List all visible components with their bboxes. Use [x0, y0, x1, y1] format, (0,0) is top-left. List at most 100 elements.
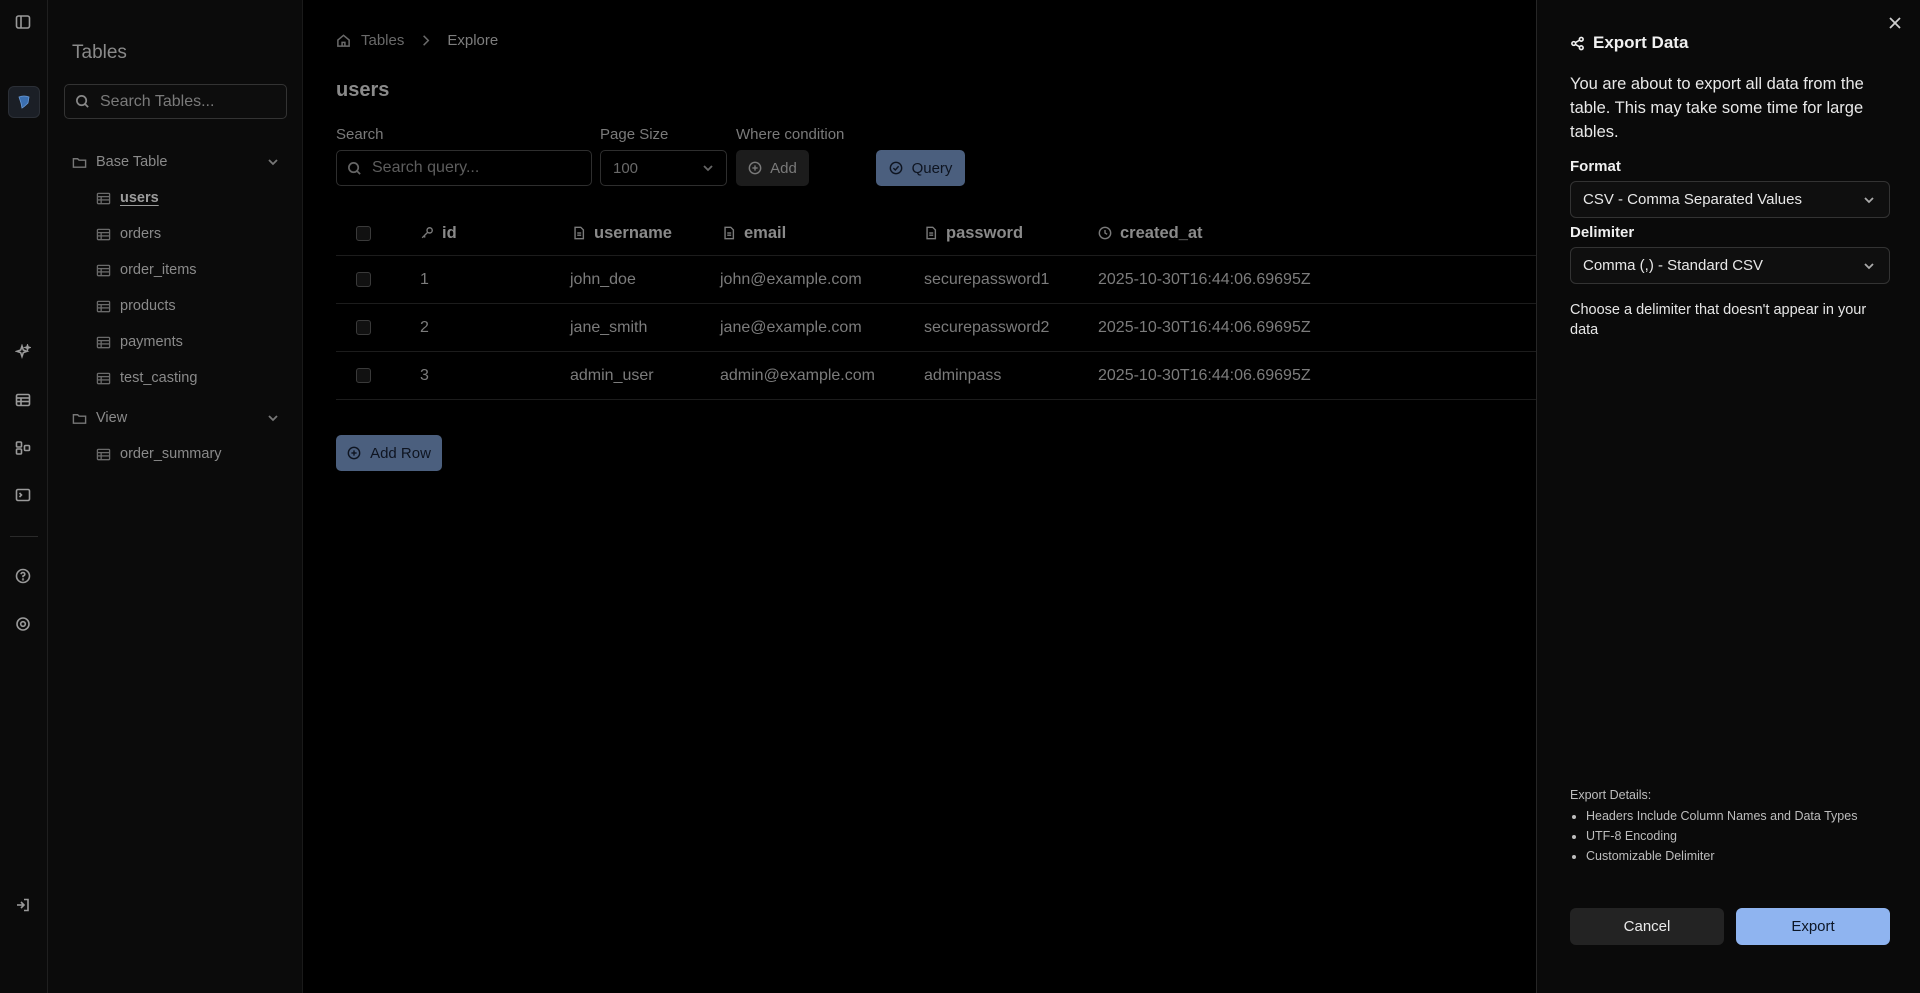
select-all-checkbox[interactable]	[356, 225, 371, 241]
format-label: Format	[1570, 158, 1621, 175]
text-file-icon	[724, 226, 735, 240]
panel-title: Export Data	[1570, 33, 1688, 53]
app-logo[interactable]	[8, 86, 40, 118]
group-view[interactable]: View	[72, 406, 287, 430]
close-icon	[1889, 17, 1901, 29]
breadcrumb: Tables Explore	[336, 32, 498, 49]
text-file-icon	[926, 226, 937, 240]
search-tables-input[interactable]	[100, 92, 280, 111]
sidebar-search[interactable]	[64, 84, 287, 119]
table-icon	[96, 300, 111, 312]
query-button[interactable]: Query	[876, 150, 965, 186]
cell-password[interactable]: securepassword1	[924, 256, 1049, 303]
table-icon[interactable]	[12, 389, 34, 411]
add-condition-button[interactable]: Add	[736, 150, 809, 186]
search-label: Search	[336, 126, 384, 143]
sidebar-item-test-casting[interactable]: test_casting	[96, 366, 197, 390]
sidebar-item-payments[interactable]: payments	[96, 330, 183, 354]
panel-description: You are about to export all data from th…	[1570, 75, 1864, 141]
ai-sparkle-icon[interactable]	[12, 341, 34, 363]
schema-icon[interactable]	[12, 437, 34, 459]
folder-icon	[72, 157, 87, 168]
group-label: View	[96, 410, 128, 426]
row-checkbox[interactable]	[356, 320, 371, 335]
search-icon	[76, 95, 89, 108]
sidebar-item-label: payments	[120, 334, 183, 350]
cell-username[interactable]: jane_smith	[570, 304, 647, 351]
group-label: Base Table	[96, 154, 168, 170]
cancel-button[interactable]: Cancel	[1570, 908, 1724, 945]
breadcrumb-current: Explore	[447, 32, 499, 49]
plus-circle-icon	[748, 161, 762, 175]
delimiter-label: Delimiter	[1570, 224, 1635, 241]
breadcrumb-tables[interactable]: Tables	[361, 32, 404, 49]
key-icon	[421, 227, 433, 239]
row-checkbox[interactable]	[356, 272, 371, 287]
chevron-down-icon	[1864, 196, 1874, 203]
sidebar-item-users[interactable]: users	[96, 186, 159, 210]
sidebar-item-orders[interactable]: orders	[96, 222, 161, 246]
table-icon	[96, 228, 111, 240]
search-query-input[interactable]	[372, 159, 572, 177]
cell-id[interactable]: 1	[420, 256, 429, 303]
terminal-icon[interactable]	[12, 484, 34, 506]
share-icon	[1571, 36, 1584, 50]
table-icon	[96, 264, 111, 276]
cell-created-at[interactable]: 2025-10-30T16:44:06.69695Z	[1098, 352, 1311, 399]
table-row[interactable]: 2 jane_smith jane@example.com securepass…	[336, 304, 1536, 352]
export-data-panel: Export Data You are about to export all …	[1536, 0, 1920, 993]
cell-id[interactable]: 3	[420, 352, 429, 399]
sidebar-item-order-summary[interactable]: order_summary	[96, 442, 222, 466]
home-icon[interactable]	[336, 33, 351, 48]
column-header-email[interactable]: email	[722, 211, 786, 255]
sidebar-title: Tables	[72, 42, 127, 63]
settings-icon[interactable]	[12, 613, 34, 635]
cell-email[interactable]: admin@example.com	[720, 352, 875, 399]
table-icon	[96, 372, 111, 384]
row-checkbox[interactable]	[356, 368, 371, 383]
cell-created-at[interactable]: 2025-10-30T16:44:06.69695Z	[1098, 256, 1311, 303]
export-button[interactable]: Export	[1736, 908, 1890, 945]
group-base-table[interactable]: Base Table	[72, 150, 287, 174]
main-content: Tables Explore users Search Page Size Wh…	[304, 0, 1536, 993]
help-icon[interactable]	[12, 565, 34, 587]
table-header-row: id username email password created_at	[336, 211, 1536, 256]
query-search-box[interactable]	[336, 150, 592, 186]
chevron-down-icon	[268, 415, 278, 422]
cell-id[interactable]: 2	[420, 304, 429, 351]
add-row-button[interactable]: Add Row	[336, 435, 442, 471]
column-header-created-at[interactable]: created_at	[1098, 211, 1203, 255]
chevron-down-icon	[703, 165, 713, 172]
chevron-right-icon	[423, 35, 430, 46]
logout-icon[interactable]	[12, 894, 34, 916]
where-condition-label: Where condition	[736, 126, 845, 143]
cell-username[interactable]: john_doe	[570, 256, 636, 303]
clock-icon	[1098, 226, 1112, 240]
delimiter-select[interactable]: Comma (,) - Standard CSV	[1570, 247, 1890, 284]
cell-password[interactable]: adminpass	[924, 352, 1001, 399]
table-row[interactable]: 3 admin_user admin@example.com adminpass…	[336, 352, 1536, 400]
sidebar-toggle-icon[interactable]	[12, 11, 34, 33]
plus-circle-icon	[347, 446, 361, 460]
column-header-username[interactable]: username	[572, 211, 672, 255]
data-table: id username email password created_at 1	[336, 211, 1536, 400]
rail-divider	[10, 536, 38, 537]
table-row[interactable]: 1 john_doe john@example.com securepasswo…	[336, 256, 1536, 304]
cell-created-at[interactable]: 2025-10-30T16:44:06.69695Z	[1098, 304, 1311, 351]
column-header-id[interactable]: id	[420, 211, 457, 255]
format-select[interactable]: CSV - Comma Separated Values	[1570, 181, 1890, 218]
cell-username[interactable]: admin_user	[570, 352, 654, 399]
cell-email[interactable]: john@example.com	[720, 256, 862, 303]
page-size-select[interactable]: 100	[600, 150, 727, 186]
icon-rail	[0, 0, 48, 993]
chevron-down-icon	[268, 159, 278, 166]
close-button[interactable]	[1888, 16, 1904, 32]
sidebar-item-products[interactable]: products	[96, 294, 176, 318]
cell-email[interactable]: jane@example.com	[720, 304, 862, 351]
cell-password[interactable]: securepassword2	[924, 304, 1049, 351]
column-header-password[interactable]: password	[924, 211, 1023, 255]
sidebar-item-label: order_items	[120, 262, 197, 278]
chevron-down-icon	[1864, 262, 1874, 269]
sidebar-item-order-items[interactable]: order_items	[96, 258, 197, 282]
delimiter-value: Comma (,) - Standard CSV	[1583, 257, 1764, 274]
